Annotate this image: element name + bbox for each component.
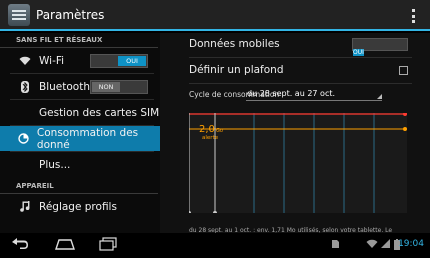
navigation-bar: 19:04 [0, 233, 430, 258]
wifi-label: Wi-Fi [39, 54, 65, 67]
section-header-wireless: SANS FIL ET RÉSEAUX [0, 33, 158, 48]
sidebar-item-data-usage[interactable]: Consommation des donné [0, 126, 160, 151]
usage-chart[interactable]: 2,0 Go alerte [187, 112, 407, 215]
mobile-data-toggle-state: OUI [353, 49, 364, 56]
sidebar-item-wifi[interactable]: Wi-Fi OUI [0, 48, 160, 73]
warning-value: 2,0 [199, 124, 215, 135]
signal-icon [381, 239, 390, 248]
warning-label: alerte [202, 135, 219, 141]
profiles-label: Réglage profils [39, 200, 117, 213]
action-bar: Paramètres [0, 0, 430, 31]
music-icon [15, 201, 35, 212]
settings-icon[interactable] [8, 3, 30, 26]
sidebar-item-more[interactable]: Plus... [0, 152, 160, 177]
set-limit-checkbox[interactable] [399, 66, 408, 75]
warning-unit: Go [216, 128, 223, 134]
dropdown-arrow-icon [377, 94, 382, 99]
sidebar-item-profiles[interactable]: Réglage profils [0, 194, 160, 219]
home-icon[interactable] [54, 237, 76, 251]
app-title: Paramètres [36, 7, 105, 22]
cycle-select[interactable]: du 28 sept. au 27 oct. [246, 87, 382, 101]
mobile-data-label: Données mobiles [189, 38, 280, 50]
bluetooth-toggle[interactable]: NON [90, 79, 148, 94]
sim-icon [332, 240, 339, 248]
cycle-value: du 28 sept. au 27 oct. [247, 89, 336, 98]
data-usage-icon [15, 133, 33, 144]
recent-apps-icon[interactable] [98, 237, 118, 251]
wifi-toggle[interactable]: OUI [90, 53, 148, 68]
mobile-data-toggle[interactable]: OUI [352, 38, 408, 56]
sim-label: Gestion des cartes SIM [39, 106, 160, 119]
warning-handle [403, 127, 407, 131]
bluetooth-label: Bluetooth [39, 80, 90, 93]
bluetooth-icon [15, 80, 35, 93]
wifi-icon [366, 239, 378, 248]
section-header-device: APPAREIL [0, 179, 158, 194]
set-limit-row[interactable]: Définir un plafond [189, 61, 412, 79]
data-usage-pane: Données mobiles OUI Définir un plafond C… [160, 33, 430, 234]
sidebar-item-bluetooth[interactable]: Bluetooth NON [0, 74, 160, 99]
overflow-menu-icon[interactable] [412, 9, 416, 23]
data-usage-label: Consommation des donné [36, 126, 139, 151]
clock: 19:04 [398, 239, 424, 249]
settings-list: SANS FIL ET RÉSEAUX Wi-Fi OUI Bluetooth … [0, 33, 160, 233]
more-label: Plus... [39, 158, 71, 171]
bluetooth-toggle-state: NON [92, 81, 120, 92]
sidebar-item-sim[interactable]: Gestion des cartes SIM [0, 100, 160, 125]
back-icon[interactable] [10, 237, 30, 251]
set-limit-label: Définir un plafond [189, 64, 284, 76]
wifi-toggle-state: OUI [118, 55, 146, 66]
wifi-icon [15, 56, 35, 66]
